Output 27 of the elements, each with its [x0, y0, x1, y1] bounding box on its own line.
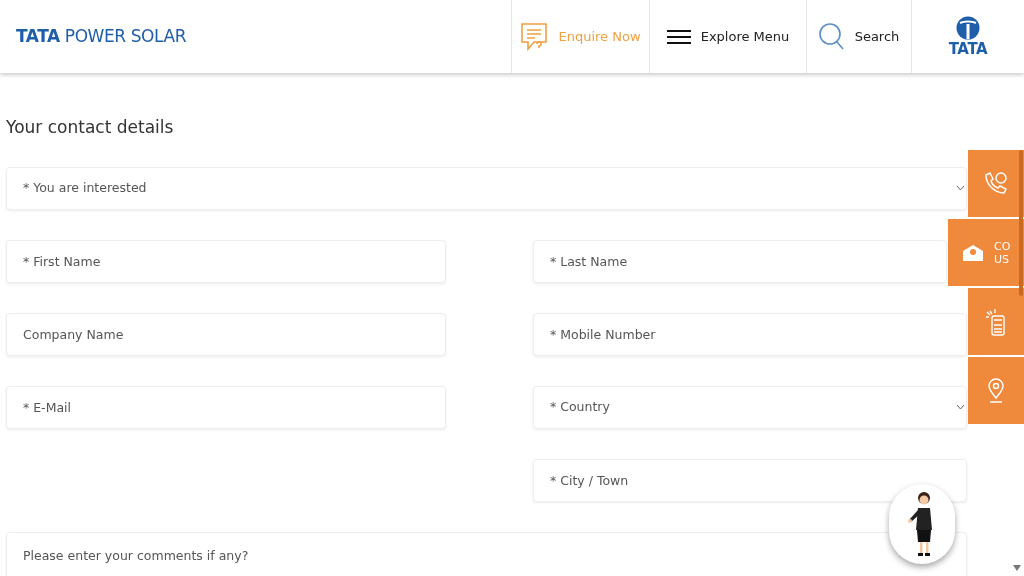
menu-button[interactable]: Explore Menu [649, 0, 806, 73]
dropdown-field[interactable]: * You are interested [6, 167, 967, 210]
chat-question-icon [520, 21, 549, 52]
section-heading: Your contact details [6, 116, 175, 139]
chevron-down-icon [957, 186, 964, 191]
logo-text[interactable]: TATA POWER SOLAR [16, 23, 187, 50]
menu-icon [666, 28, 691, 45]
input-field[interactable]: * City / Town [533, 459, 967, 502]
input-field[interactable]: * E-Mail [6, 386, 446, 429]
calculator-icon [984, 306, 1008, 337]
dropdown-field[interactable]: * Country [533, 386, 967, 429]
location-tab[interactable] [968, 357, 1024, 424]
phone-chat-icon [983, 170, 1009, 197]
calculator-tab[interactable] [968, 288, 1024, 355]
location-pin-icon [987, 377, 1005, 404]
comments-field[interactable]: Please enter your comments if any? [6, 532, 967, 576]
chevron-down-icon [957, 405, 964, 410]
input-field[interactable]: * First Name [6, 240, 446, 283]
search-icon [818, 22, 845, 51]
brand-logo[interactable]: TATA [948, 15, 988, 58]
search-button[interactable]: Search [806, 0, 911, 73]
phone-tab[interactable] [968, 150, 1024, 217]
input-field[interactable]: * Mobile Number [533, 313, 967, 356]
scroll-down-icon[interactable] [1013, 565, 1021, 571]
input-field[interactable]: * Last Name [533, 240, 947, 283]
input-field[interactable]: Company Name [6, 313, 446, 356]
scrollbar[interactable] [1019, 150, 1023, 296]
